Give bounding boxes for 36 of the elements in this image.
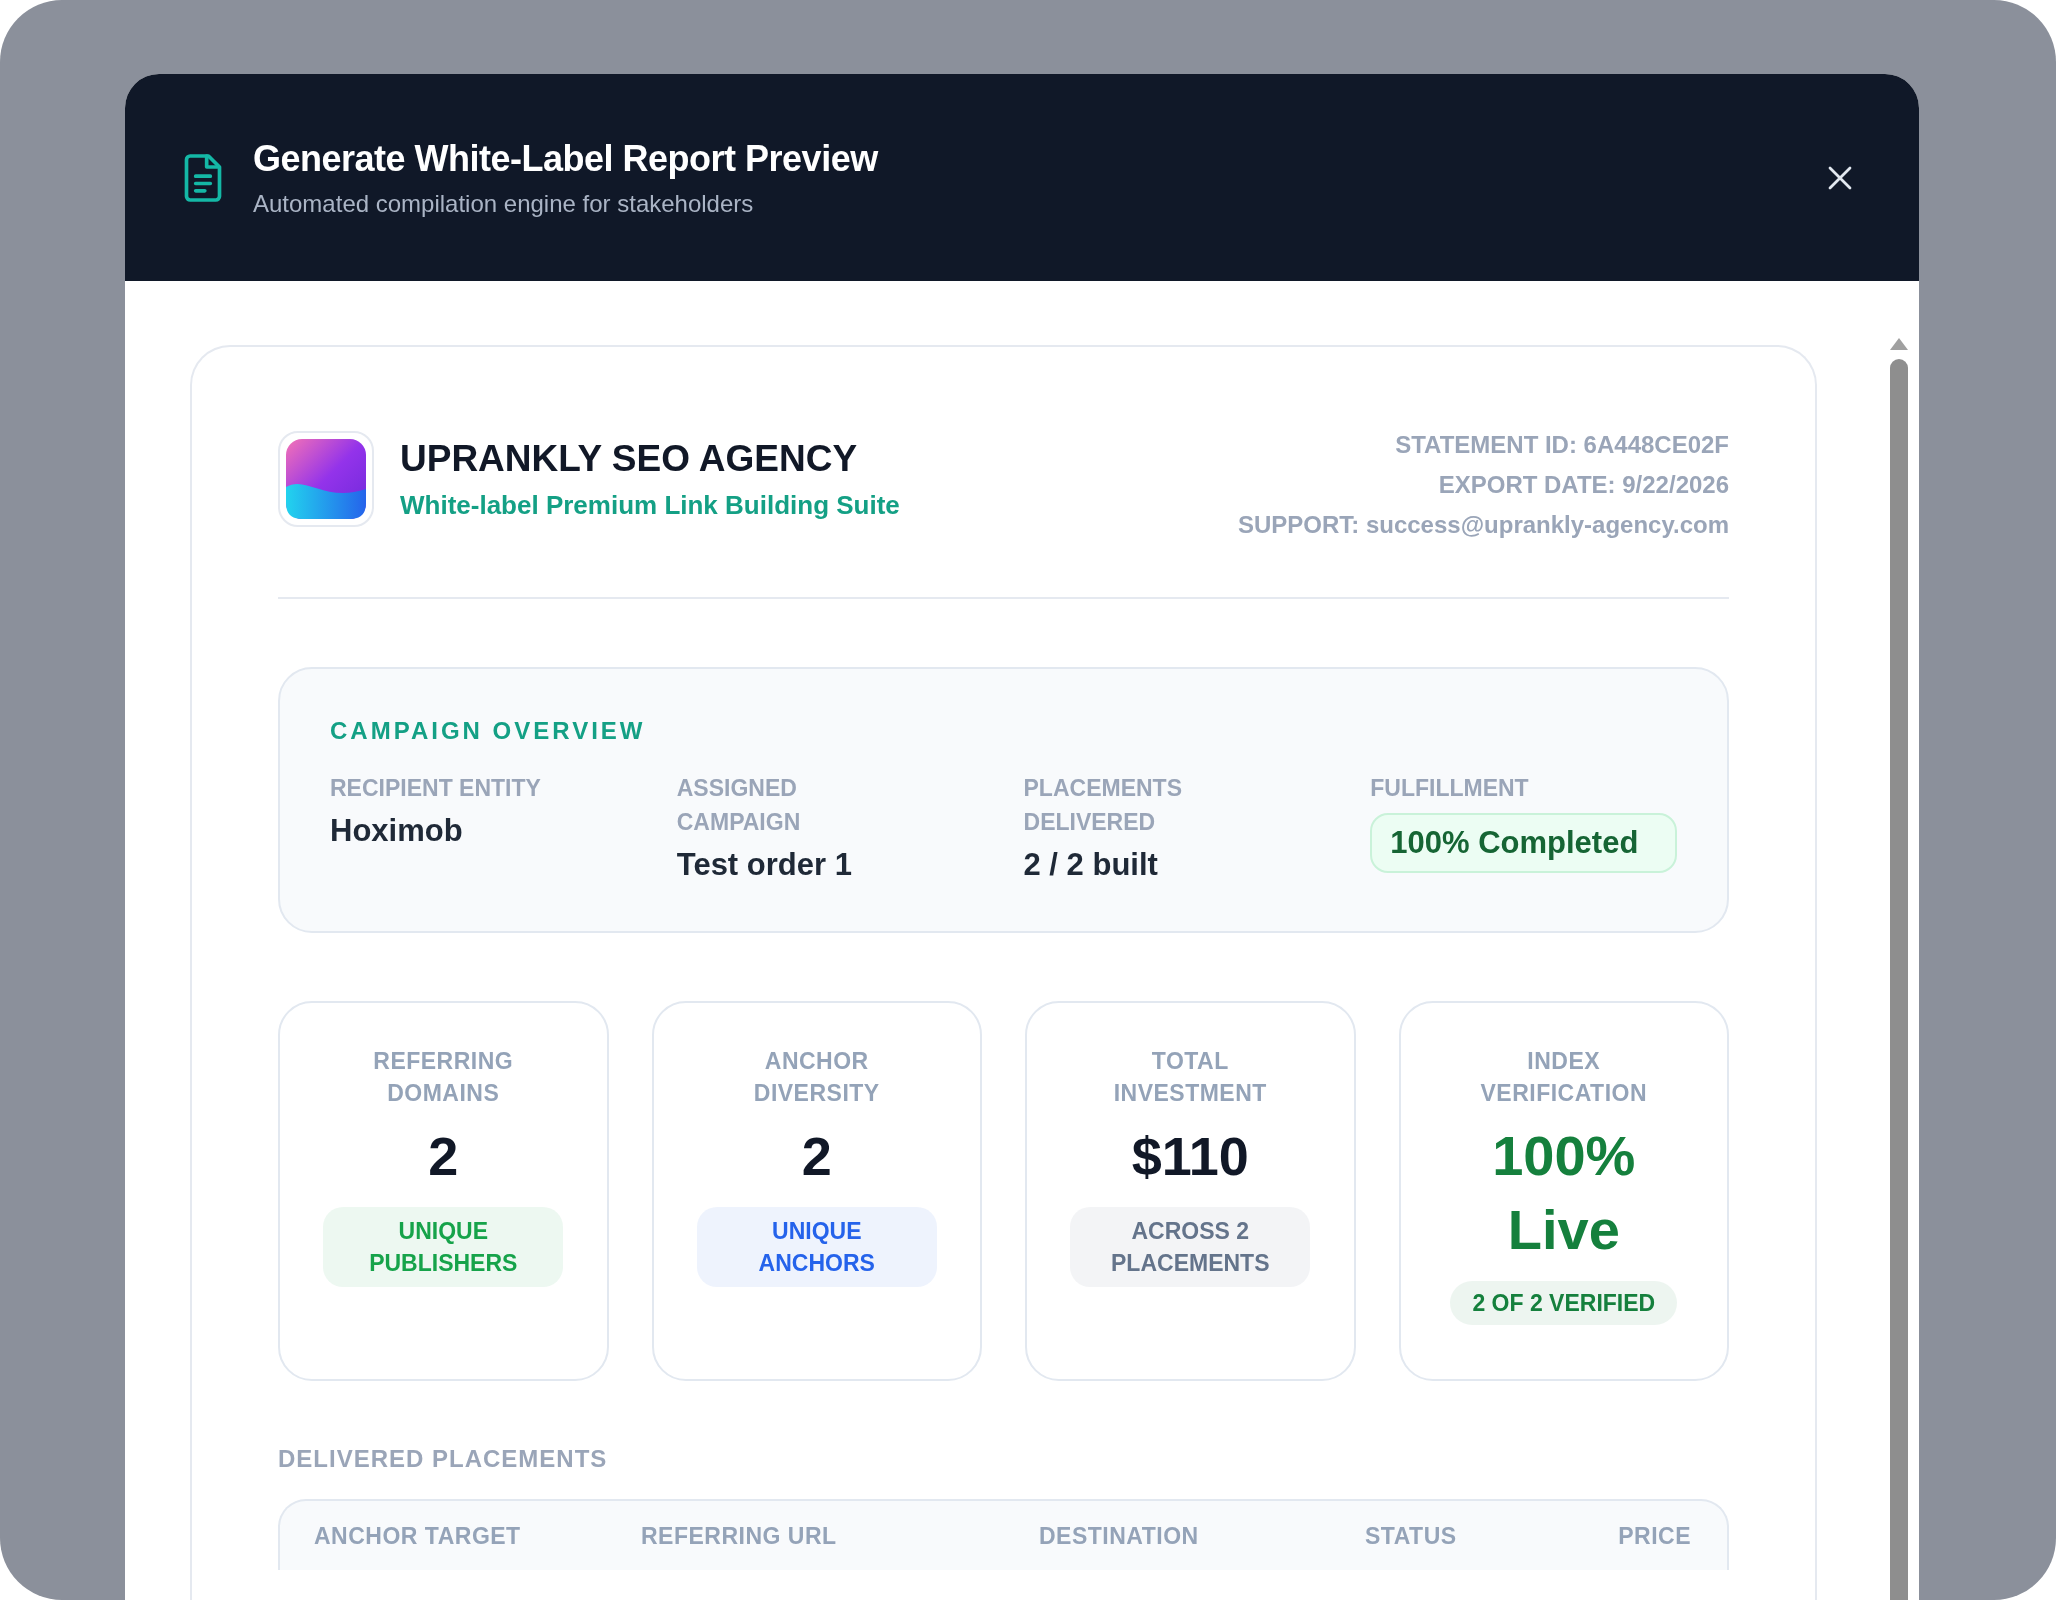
statement-meta: SUPPORT: success@uprankly-agency.com	[1237, 511, 1730, 539]
stat-badge: UNIQUE PUBLISHERS	[323, 1207, 564, 1287]
field-label: RECIPIENT ENTITY	[330, 774, 542, 803]
stat-label: TOTAL INVESTMENT	[1112, 1047, 1268, 1108]
stat-label: ANCHOR DIVERSITY	[752, 1047, 881, 1108]
section-title: DELIVERED PLACEMENTS	[278, 1445, 609, 1473]
dialog-subtitle: Automated compilation engine for stakeholders	[253, 189, 755, 218]
column-header: REFERRING URL	[641, 1523, 838, 1550]
stat-badge: 2 OF 2 VERIFIED	[1450, 1281, 1678, 1325]
agency-name: UPRANKLY SEO AGENCY	[400, 437, 859, 480]
scroll-up-icon	[1889, 337, 1909, 351]
statement-meta: EXPORT DATE: 9/22/2026	[1438, 471, 1730, 499]
stat-label: REFERRING DOMAINS	[372, 1047, 515, 1108]
stat-badge: UNIQUE ANCHORS	[696, 1207, 937, 1287]
field-value: Hoximob	[330, 813, 464, 849]
stat-badge: ACROSS 2 PLACEMENTS	[1070, 1207, 1311, 1287]
statement-meta: STATEMENT ID: 6A448CE02F	[1395, 431, 1730, 459]
agency-tagline: White-label Premium Link Building Suite	[400, 489, 900, 521]
field-label: FULFILLMENT	[1370, 774, 1530, 803]
dialog-title: Generate White-Label Report Preview	[253, 137, 880, 180]
stat-value: 2	[801, 1125, 832, 1188]
field-label: ASSIGNED CAMPAIGN	[676, 774, 802, 837]
column-header: DESTINATION	[1039, 1523, 1200, 1550]
column-header: STATUS	[1365, 1523, 1458, 1550]
status-badge: 100% Completed	[1370, 813, 1678, 873]
stat-label: INDEX VERIFICATION	[1479, 1047, 1649, 1108]
column-header: PRICE	[1618, 1523, 1692, 1550]
field-label: PLACEMENTS DELIVERED	[1023, 774, 1183, 837]
column-header: ANCHOR TARGET	[314, 1523, 522, 1550]
stat-value: 2	[428, 1125, 459, 1188]
field-value: Test order 1	[676, 847, 853, 883]
wave-logo-icon	[286, 439, 366, 519]
stat-value: 100% Live	[1491, 1123, 1637, 1263]
stat-value: $110	[1131, 1125, 1249, 1188]
section-title: CAMPAIGN OVERVIEW	[330, 717, 647, 745]
field-value: 2 / 2 built	[1023, 847, 1159, 883]
